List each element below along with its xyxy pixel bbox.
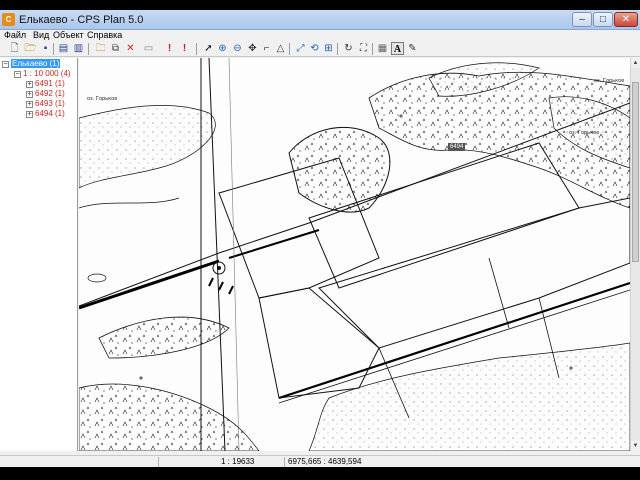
edit-text-icon[interactable]: ✎ [406, 42, 419, 55]
tree-sheet-label: 6492 (1) [35, 89, 65, 98]
zoom-in-icon[interactable]: ⊕ [216, 42, 229, 55]
triangle-icon[interactable]: △ [274, 42, 287, 55]
properties-icon[interactable]: ▭ [142, 42, 155, 55]
tree-scale-node[interactable]: −1 : 10 000 (4) [14, 69, 71, 79]
title-bar[interactable]: C Елькаево - CPS Plan 5.0 – □ ✕ [0, 10, 640, 30]
status-coordinates: 6975,665 : 4639,594 [284, 457, 640, 467]
window-title: Елькаево - CPS Plan 5.0 [19, 14, 144, 26]
map-label: оз. Горькое [594, 78, 625, 84]
app-window: C Елькаево - CPS Plan 5.0 – □ ✕ Файл Вид… [0, 10, 640, 467]
expand-toggle-icon[interactable]: + [26, 81, 33, 88]
toolbar: 🗋 🗁 ▪ ▤ ▥ 🗀 ⧉ ✕ ▭ ! ! ➚ ⊕ ⊖ ✥ ⌐ △ ⤢ ⟲ ⊞ … [0, 41, 640, 57]
menu-bar: Файл Вид Объект Справка [0, 30, 640, 41]
collapse-toggle-icon[interactable]: − [14, 71, 21, 78]
tree-sheet-label: 6493 (1) [35, 99, 65, 108]
print-preview-icon[interactable]: ▥ [72, 42, 85, 55]
status-bar: 1 : 19633 6975,665 : 4639,594 [0, 455, 640, 467]
zoom-page-icon[interactable]: ⊞ [322, 42, 335, 55]
pan-icon[interactable]: ✥ [246, 42, 259, 55]
tree-sheet-item[interactable]: +6492 (1) [26, 89, 65, 99]
screen-letterbox-top [0, 0, 640, 10]
vertical-scrollbar[interactable]: ▲ ▼ [630, 58, 640, 451]
fit-rotate-icon[interactable]: ⟲ [308, 42, 321, 55]
tree-root-node[interactable]: − Елькаево (1) [2, 59, 61, 69]
cps-plan-icon[interactable]: C [2, 13, 15, 26]
rotate-icon[interactable]: ⤢ [294, 42, 307, 55]
tree-sheet-label: 6491 (1) [35, 79, 65, 88]
new-file-icon[interactable]: 🗋 [8, 42, 21, 55]
tree-scale-label: 1 : 10 000 (4) [23, 69, 71, 78]
delete-icon[interactable]: ✕ [124, 42, 137, 55]
toolbar-separator [88, 43, 89, 55]
print-icon[interactable]: ▤ [57, 42, 70, 55]
toolbar-separator [337, 43, 338, 55]
open-layer-icon[interactable]: 🗀 [94, 42, 107, 55]
expand-toggle-icon[interactable]: + [26, 111, 33, 118]
map-canvas[interactable]: оз. Горькое оз. Горькое оз. Горькое 6494 [79, 58, 630, 451]
scroll-down-icon[interactable]: ▼ [631, 441, 640, 451]
status-scale: 1 : 19633 [158, 457, 284, 467]
text-icon[interactable]: A [391, 42, 404, 55]
menu-object[interactable]: Объект [53, 30, 84, 41]
refresh-icon[interactable]: ↻ [342, 42, 355, 55]
minimize-button[interactable]: – [572, 12, 592, 27]
scroll-thumb[interactable] [632, 82, 639, 262]
angle-icon[interactable]: ⌐ [260, 42, 273, 55]
zoom-out-icon[interactable]: ⊖ [231, 42, 244, 55]
screen-letterbox-bottom [0, 467, 640, 480]
alert-icon[interactable]: ! [163, 42, 176, 55]
tree-sheet-item[interactable]: +6494 (1) [26, 109, 65, 119]
toolbar-separator [372, 43, 373, 55]
cadastral-map-image [79, 58, 630, 451]
toolbar-separator [53, 43, 54, 55]
grid-icon[interactable]: ▦ [376, 42, 389, 55]
map-label: оз. Горькое [569, 130, 600, 136]
menu-help[interactable]: Справка [87, 30, 122, 41]
save-icon[interactable]: ▪ [39, 42, 52, 55]
expand-toggle-icon[interactable]: + [26, 91, 33, 98]
menu-file[interactable]: Файл [4, 30, 26, 41]
scroll-up-icon[interactable]: ▲ [631, 58, 640, 68]
layer-tree-panel: − Елькаево (1) −1 : 10 000 (4) +6491 (1) … [0, 58, 78, 451]
open-folder-icon[interactable]: 🗁 [24, 42, 37, 55]
toolbar-separator [196, 43, 197, 55]
tree-sheet-item[interactable]: +6491 (1) [26, 79, 65, 89]
map-sheet-tag[interactable]: 6494 [448, 143, 466, 151]
status-message-cell [0, 457, 158, 467]
select-arrow-icon[interactable]: ➚ [202, 42, 215, 55]
alert-warning-icon[interactable]: ! [178, 42, 191, 55]
collapse-toggle-icon[interactable]: − [2, 61, 9, 68]
frame-icon[interactable]: ⛶ [357, 42, 370, 55]
tree-sheet-label: 6494 (1) [35, 109, 65, 118]
toolbar-separator [289, 43, 290, 55]
close-button[interactable]: ✕ [614, 12, 638, 27]
maximize-button[interactable]: □ [593, 12, 613, 27]
tree-root-label: Елькаево (1) [11, 59, 61, 68]
menu-view[interactable]: Вид [33, 30, 49, 41]
expand-toggle-icon[interactable]: + [26, 101, 33, 108]
map-label: оз. Горькое [87, 96, 118, 102]
copy-icon[interactable]: ⧉ [109, 42, 122, 55]
tree-sheet-item[interactable]: +6493 (1) [26, 99, 65, 109]
